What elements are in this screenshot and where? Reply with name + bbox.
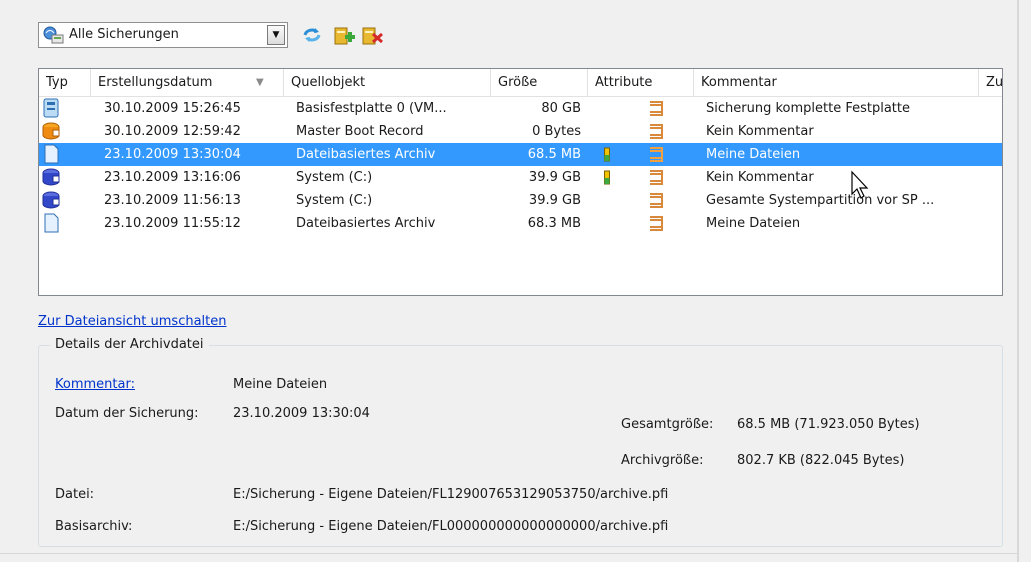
list-header: Typ Erstellungsdatum ▼ Quellobjekt Größe…	[39, 69, 1002, 97]
total-size-label: Gesamtgröße:	[621, 417, 714, 432]
backup-date-label: Datum der Sicherung:	[55, 406, 199, 421]
file-archive-icon	[44, 144, 59, 164]
table-row[interactable]: 23.10.2009 11:55:12 Dateibasiertes Archi…	[39, 212, 1002, 235]
row-source: Basisfestplatte 0 (VM...	[296, 101, 447, 116]
row-source: Dateibasiertes Archiv	[296, 216, 436, 231]
row-date: 23.10.2009 11:56:13	[104, 193, 241, 208]
table-row-selected[interactable]: 23.10.2009 13:30:04 Dateibasiertes Archi…	[39, 143, 1002, 166]
archive-details-title: Details der Archivdatei	[50, 336, 209, 354]
backups-icon	[43, 26, 64, 44]
column-header-type[interactable]: Typ	[39, 69, 91, 96]
row-comment: Meine Dateien	[706, 216, 801, 231]
window-border-bottom	[0, 553, 1017, 554]
comment-label-link[interactable]: Kommentar:	[55, 376, 135, 394]
row-date: 23.10.2009 13:16:06	[104, 170, 241, 185]
row-date: 30.10.2009 12:59:42	[104, 124, 241, 139]
row-date: 23.10.2009 11:55:12	[104, 216, 241, 231]
incremental-attribute-icon	[604, 170, 610, 185]
base-archive-label: Basisarchiv:	[55, 519, 133, 534]
partition-icon	[42, 168, 60, 186]
archive-attribute-icon	[650, 170, 663, 185]
row-source: Dateibasiertes Archiv	[296, 147, 436, 162]
incremental-attribute-icon	[604, 147, 610, 162]
base-archive-path-value: E:/Sicherung - Eigene Dateien/FL00000000…	[233, 519, 669, 534]
disk-image-icon	[43, 98, 59, 118]
sort-descending-icon: ▼	[256, 77, 264, 88]
row-comment: Kein Kommentar	[706, 124, 814, 139]
archive-size-value: 802.7 KB (822.045 Bytes)	[737, 453, 905, 468]
backup-filter-value: Alle Sicherungen	[69, 27, 179, 42]
row-comment: Meine Dateien	[706, 147, 801, 162]
archive-details-group	[38, 345, 1003, 547]
backup-filter-dropdown[interactable]: Alle Sicherungen ▼	[38, 22, 288, 48]
archive-attribute-icon	[650, 147, 663, 162]
file-path-value: E:/Sicherung - Eigene Dateien/FL12900765…	[233, 487, 669, 502]
row-size: 39.9 GB	[528, 170, 581, 185]
row-size: 0 Bytes	[532, 124, 581, 139]
window-border	[1017, 0, 1019, 562]
row-date: 23.10.2009 13:30:04	[104, 147, 241, 162]
column-header-size[interactable]: Größe	[491, 69, 588, 96]
column-header-zu[interactable]: Zu	[979, 69, 1002, 96]
file-label: Datei:	[55, 487, 95, 502]
row-date: 30.10.2009 15:26:45	[104, 101, 241, 116]
switch-to-file-view-link[interactable]: Zur Dateiansicht umschalten	[38, 314, 227, 329]
archive-size-label: Archivgröße:	[621, 453, 704, 468]
row-source: System (C:)	[296, 170, 373, 185]
total-size-value: 68.5 MB (71.923.050 Bytes)	[737, 417, 920, 432]
row-size: 68.5 MB	[527, 147, 581, 162]
refresh-icon[interactable]	[300, 24, 324, 46]
column-header-source[interactable]: Quellobjekt	[284, 69, 491, 96]
table-row[interactable]: 30.10.2009 12:59:42 Master Boot Record 0…	[39, 120, 1002, 143]
row-comment: Kein Kommentar	[706, 170, 814, 185]
backup-date-value: 23.10.2009 13:30:04	[233, 406, 370, 421]
partition-icon	[42, 191, 60, 209]
row-size: 80 GB	[541, 101, 581, 116]
delete-archive-icon[interactable]	[360, 24, 384, 46]
column-header-attributes[interactable]: Attribute	[588, 69, 694, 96]
comment-value: Meine Dateien	[233, 377, 328, 392]
row-comment: Gesamte Systempartition vor SP ...	[706, 193, 935, 208]
archive-attribute-icon	[650, 216, 663, 231]
table-row[interactable]: 30.10.2009 15:26:45 Basisfestplatte 0 (V…	[39, 97, 1002, 120]
archive-attribute-icon	[650, 193, 663, 208]
row-comment: Sicherung komplette Festplatte	[706, 101, 910, 116]
file-archive-icon	[44, 213, 59, 233]
mouse-cursor-icon	[851, 170, 869, 199]
archive-attribute-icon	[650, 124, 663, 139]
row-size: 68.3 MB	[527, 216, 581, 231]
column-header-comment[interactable]: Kommentar	[694, 69, 979, 96]
add-archive-icon[interactable]	[332, 24, 356, 46]
chevron-down-icon[interactable]: ▼	[267, 25, 285, 45]
archive-attribute-icon	[650, 101, 663, 116]
row-source: Master Boot Record	[296, 124, 424, 139]
row-size: 39.9 GB	[528, 193, 581, 208]
row-source: System (C:)	[296, 193, 373, 208]
mbr-icon	[42, 122, 60, 140]
